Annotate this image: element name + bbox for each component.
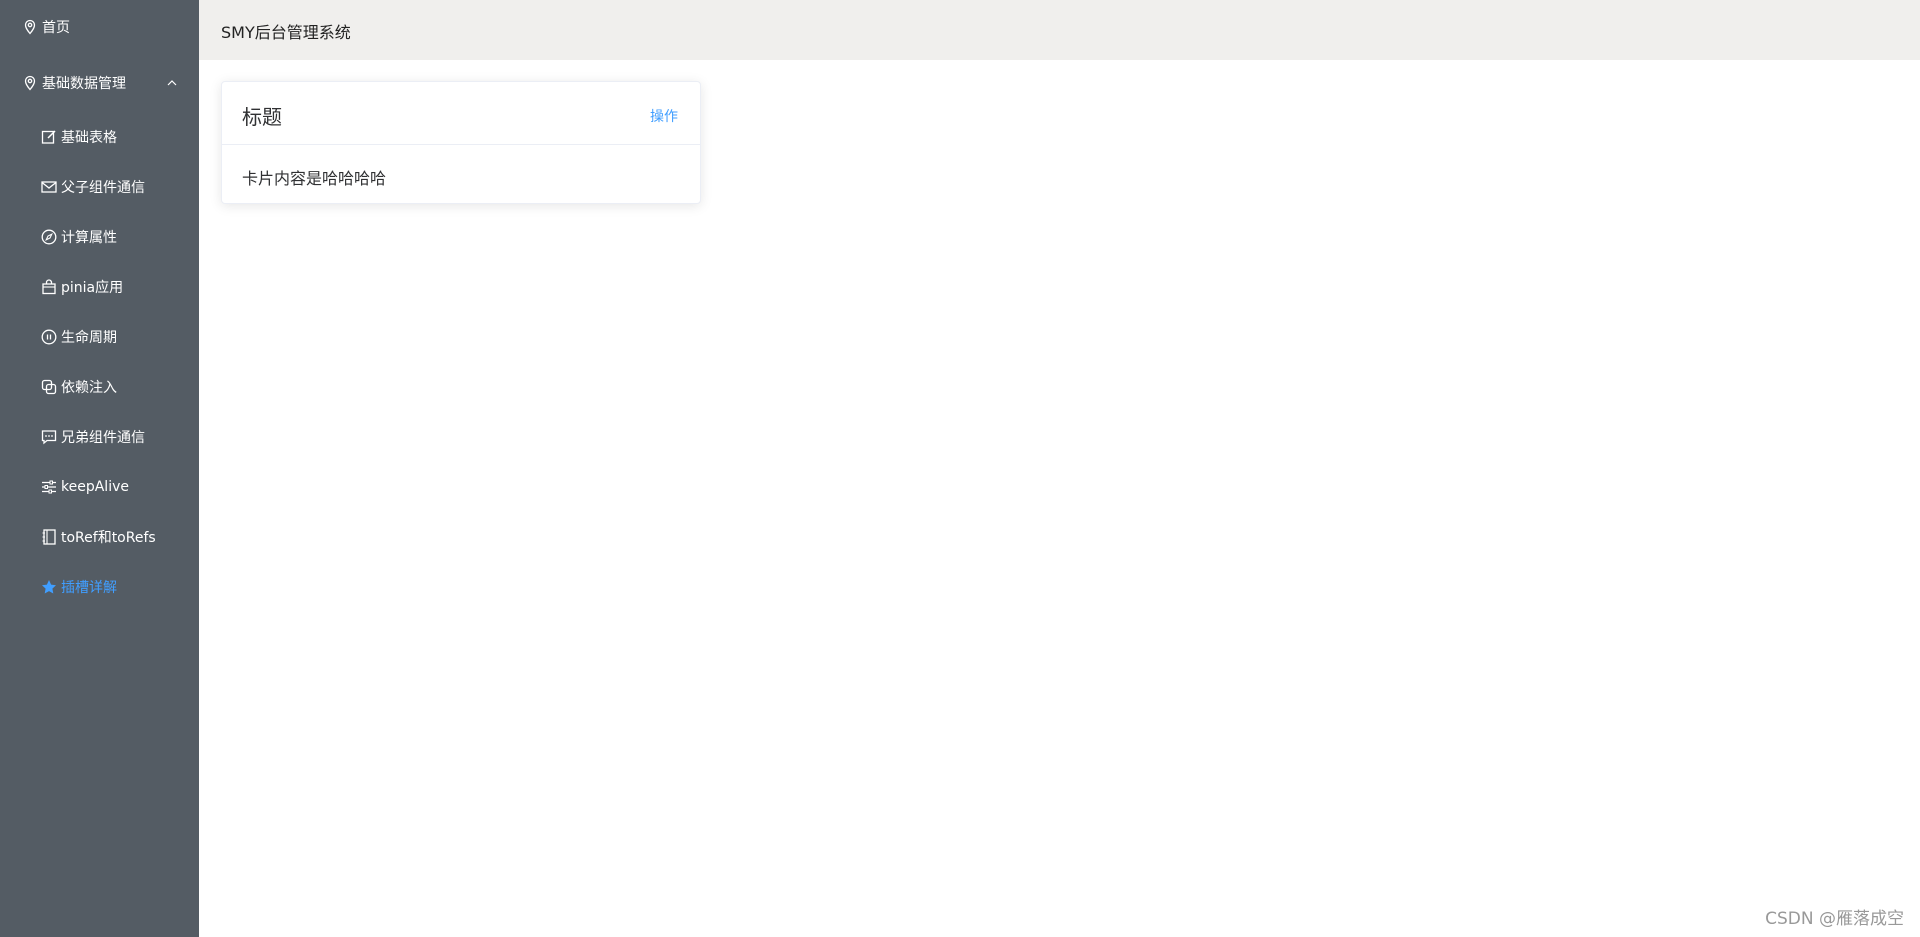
sidebar-item-label: 插槽详解	[61, 580, 117, 596]
edit-icon	[41, 129, 57, 145]
location-icon	[22, 19, 38, 35]
sidebar-item-label: 生命周期	[61, 330, 117, 346]
sidebar-item-label: 兄弟组件通信	[61, 430, 145, 446]
sidebar-item-inject[interactable]: 依赖注入	[0, 362, 199, 412]
sidebar-item-home[interactable]: 首页	[0, 2, 199, 52]
sidebar-item-label: 父子组件通信	[61, 180, 145, 196]
sidebar-item-pinia[interactable]: pinia应用	[0, 262, 199, 312]
location-icon	[22, 75, 38, 91]
sidebar-item-label: pinia应用	[61, 280, 124, 296]
sidebar-item-label: 依赖注入	[61, 380, 117, 396]
top-header: SMY后台管理系统	[199, 0, 1920, 60]
card-body-text: 卡片内容是哈哈哈哈	[242, 169, 387, 188]
pause-circle-icon	[41, 329, 57, 345]
info-card: 标题 操作 卡片内容是哈哈哈哈	[221, 81, 701, 204]
sidebar-group-basic-data[interactable]: 基础数据管理	[0, 58, 199, 108]
star-icon	[41, 579, 57, 595]
sidebar-item-label: 基础表格	[61, 130, 117, 146]
sidebar-item-parent-child[interactable]: 父子组件通信	[0, 162, 199, 212]
sidebar-item-label: 计算属性	[61, 230, 117, 246]
watermark: CSDN @雁落成空	[1765, 909, 1904, 929]
compass-icon	[41, 229, 57, 245]
chevron-up-icon	[165, 76, 179, 90]
sidebar-menu: 首页 基础数据管理 基础表格 父子组件通信 计算属性 pinia应用 生命周期 …	[0, 0, 199, 937]
page-title: SMY后台管理系统	[221, 23, 351, 42]
sidebar-item-keepalive[interactable]: keepAlive	[0, 462, 199, 512]
sidebar-item-label: 首页	[42, 20, 70, 36]
sidebar-item-label: toRef和toRefs	[61, 530, 156, 546]
sliders-icon	[41, 479, 57, 495]
notebook-icon	[41, 529, 57, 545]
message-icon	[41, 179, 57, 195]
sidebar-item-sibling[interactable]: 兄弟组件通信	[0, 412, 199, 462]
chat-dots-icon	[41, 429, 57, 445]
sidebar-item-lifecycle[interactable]: 生命周期	[0, 312, 199, 362]
shopping-bag-icon	[41, 279, 57, 295]
card-action-button[interactable]: 操作	[650, 106, 678, 126]
sidebar-item-label: keepAlive	[61, 479, 129, 495]
card-title: 标题	[242, 105, 282, 129]
sidebar-group-label: 基础数据管理	[42, 76, 126, 92]
sidebar-item-slots[interactable]: 插槽详解	[0, 562, 199, 612]
sidebar-item-toref[interactable]: toRef和toRefs	[0, 512, 199, 562]
copy-icon	[41, 379, 57, 395]
card-header: 标题 操作	[222, 82, 700, 145]
sidebar-item-computed[interactable]: 计算属性	[0, 212, 199, 262]
sidebar-item-basic-table[interactable]: 基础表格	[0, 112, 199, 162]
